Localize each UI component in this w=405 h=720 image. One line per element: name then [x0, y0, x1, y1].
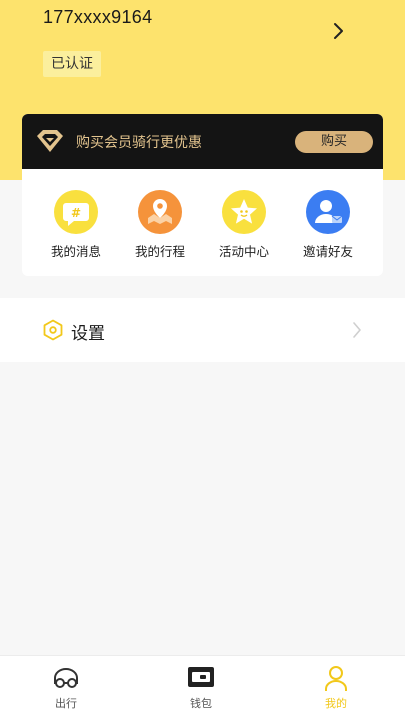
- menu-item-invite[interactable]: 邀请好友: [288, 190, 368, 260]
- menu-label-activity: 活动中心: [218, 244, 269, 259]
- menu-label-trips: 我的行程: [134, 244, 185, 259]
- buy-membership-button[interactable]: 购买: [295, 131, 373, 153]
- menu-item-trips[interactable]: 我的行程: [120, 190, 200, 260]
- wallet-icon: [186, 664, 216, 692]
- svg-text:#: #: [71, 206, 81, 220]
- diamond-icon: [37, 130, 63, 152]
- tab-label-wallet: 钱包: [190, 697, 212, 710]
- tab-label-travel: 出行: [55, 697, 77, 710]
- bottom-tab-bar: 出行 钱包 我的: [0, 655, 405, 720]
- map-pin-icon: [138, 190, 182, 234]
- star-icon: [222, 190, 266, 234]
- tab-wallet[interactable]: 钱包: [161, 664, 241, 711]
- invite-user-icon: [306, 190, 350, 234]
- message-hash-icon: #: [54, 190, 98, 234]
- tab-mine[interactable]: 我的: [296, 664, 376, 711]
- verified-badge: 已认证: [43, 51, 101, 77]
- tab-label-mine: 我的: [325, 697, 347, 710]
- menu-item-messages[interactable]: # 我的消息: [36, 190, 116, 260]
- menu-item-activity[interactable]: 活动中心: [204, 190, 284, 260]
- menu-label-invite: 邀请好友: [302, 244, 353, 259]
- phone-number[interactable]: 177xxxx9164: [43, 7, 152, 28]
- settings-row[interactable]: 设置: [0, 298, 405, 362]
- hexagon-settings-icon: [43, 319, 63, 341]
- vip-promo-text: 购买会员骑行更优惠: [76, 135, 202, 151]
- member-card: 购买会员骑行更优惠 购买 # 我的消息 我的行程 活动中心 邀请好友: [22, 114, 383, 276]
- scooter-icon: [51, 664, 81, 692]
- vip-banner[interactable]: 购买会员骑行更优惠 购买: [22, 114, 383, 169]
- tab-travel[interactable]: 出行: [26, 664, 106, 711]
- user-icon: [321, 664, 351, 692]
- chevron-right-icon[interactable]: [330, 20, 348, 42]
- settings-label: 设置: [71, 324, 105, 344]
- menu-label-messages: 我的消息: [50, 244, 101, 259]
- chevron-right-icon: [353, 322, 361, 338]
